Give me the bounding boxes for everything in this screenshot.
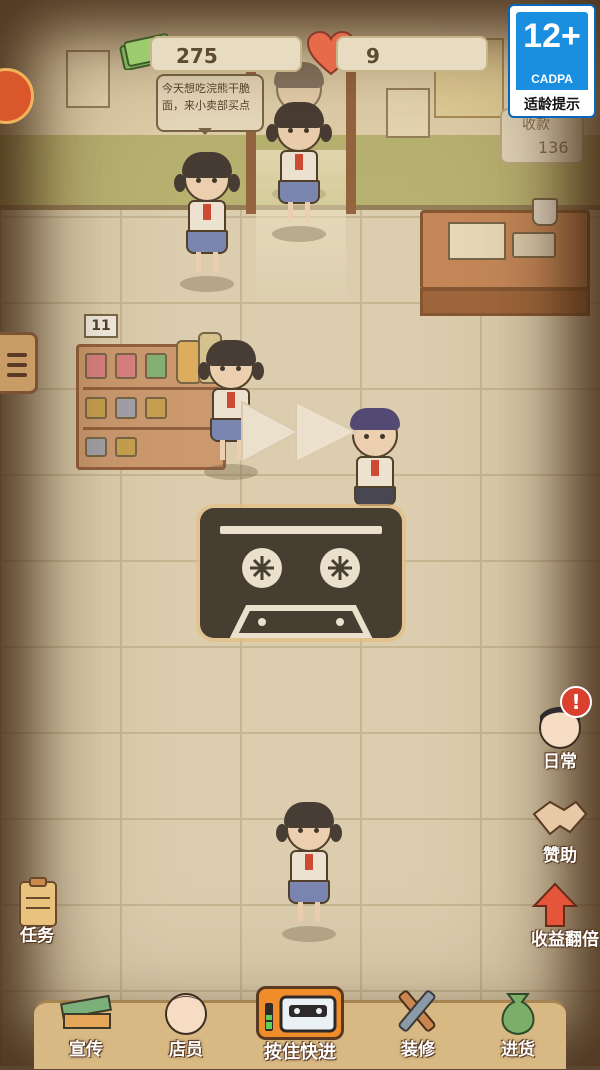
restock-label: 进货 — [501, 1040, 535, 1060]
snack-item — [145, 397, 167, 419]
decor-label: 装修 — [401, 1040, 435, 1060]
student-girl[interactable] — [274, 802, 344, 942]
wall-poster — [386, 88, 430, 138]
age-rating-tip: 适龄提示 — [524, 97, 580, 113]
heart-counter: 9 — [336, 36, 488, 72]
snack-item — [85, 397, 107, 419]
snack-item — [85, 437, 107, 457]
decor-button[interactable]: 装修 — [376, 978, 460, 1066]
door-frame — [346, 60, 356, 214]
student-girl[interactable] — [264, 102, 334, 242]
alert-icon: ! — [560, 686, 592, 718]
staff-avatar-icon — [165, 993, 207, 1035]
shelf-stock-tag: 11 — [84, 314, 118, 338]
sponsor-button[interactable]: 赞助 — [520, 796, 600, 866]
student-girl[interactable] — [172, 152, 242, 292]
tea-cup — [532, 198, 558, 226]
promo-button[interactable]: 宣传 — [44, 978, 128, 1066]
task-label: 任务 — [20, 926, 54, 946]
snack-item — [85, 353, 107, 379]
daily-label: 日常 — [543, 752, 577, 772]
money-bag-icon — [501, 993, 535, 1036]
task-button[interactable]: 任务 — [2, 876, 72, 946]
promo-label: 宣传 — [69, 1040, 103, 1060]
age-rating-badge: 12+ CADPA 适龄提示 — [508, 4, 596, 118]
snack-item — [145, 353, 167, 379]
customer-speech-bubble: 今天想吃浣熊干脆面，来小卖部买点 — [156, 74, 264, 135]
age-rating-number: 12+ — [516, 12, 588, 70]
snack-item — [115, 397, 137, 419]
calculator — [512, 232, 556, 258]
tools-icon — [398, 990, 436, 1032]
restock-button[interactable]: 进货 — [476, 978, 560, 1066]
handshake-icon — [532, 800, 588, 836]
double-income-label: 收益翻倍 — [531, 930, 599, 950]
cassette-icon — [200, 508, 402, 638]
fast-forward-icon — [241, 400, 359, 464]
staff-button[interactable]: 店员 — [144, 978, 228, 1066]
staff-label: 店员 — [169, 1040, 203, 1060]
age-rating-org: CADPA — [516, 70, 588, 90]
ledger-book — [448, 222, 506, 260]
hold-fast-forward-button[interactable]: 按住快进 — [250, 982, 350, 1070]
cassette-small-icon — [265, 995, 337, 1033]
fast-forward-box — [256, 986, 344, 1040]
cashier-desk-front — [420, 288, 590, 316]
game-scene: 11 今天想吃浣熊干脆面，来小卖部买点 收款 136 — [0, 0, 600, 1066]
side-menu-toggle[interactable] — [0, 332, 38, 394]
wall-poster — [66, 50, 110, 108]
sponsor-label: 赞助 — [543, 846, 577, 866]
books-icon — [59, 994, 113, 1029]
income-value: 136 — [538, 138, 569, 157]
fast-forward-label: 按住快进 — [264, 1042, 336, 1063]
money-counter: 275 — [150, 36, 302, 72]
snack-item — [115, 437, 137, 457]
double-income-button[interactable]: 收益翻倍 — [520, 880, 600, 950]
up-arrow-icon — [531, 882, 579, 927]
snack-item — [115, 353, 137, 379]
